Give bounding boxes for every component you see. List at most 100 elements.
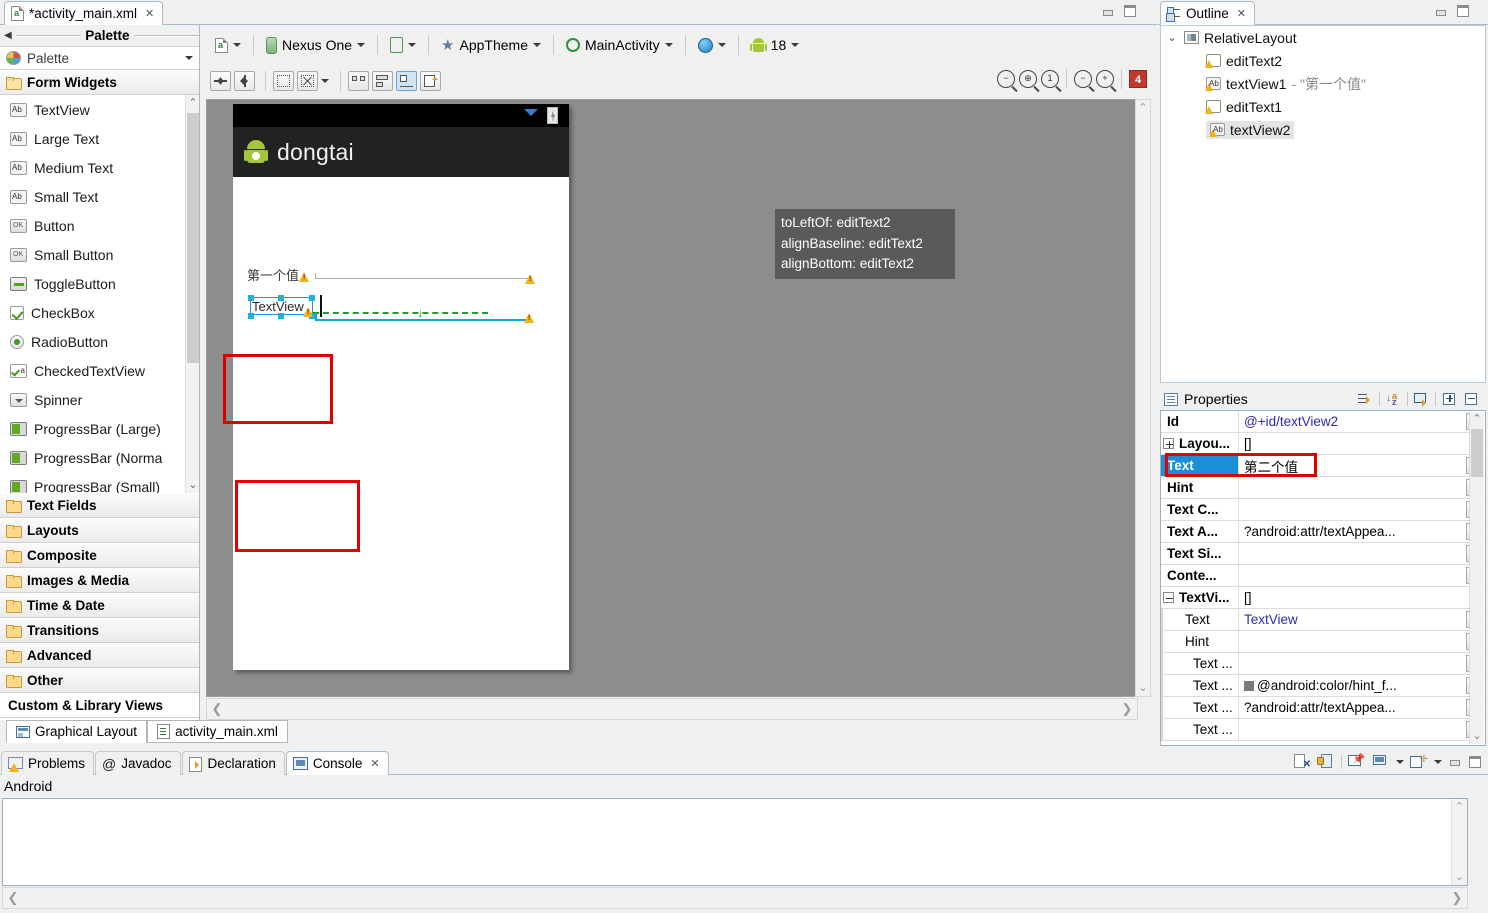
pin-console-icon[interactable]: 📌 — [1348, 754, 1366, 770]
property-value[interactable]: @android:color/hint_f... — [1239, 675, 1466, 696]
chevron-down-icon[interactable] — [1434, 759, 1442, 768]
resize-handle[interactable] — [278, 295, 284, 301]
property-value[interactable] — [1239, 543, 1466, 564]
property-value[interactable] — [1239, 631, 1466, 652]
palette-item[interactable]: Button — [0, 211, 199, 240]
show-advanced-icon[interactable] — [1357, 392, 1374, 407]
tab-outline[interactable]: Outline ✕ — [1160, 1, 1255, 25]
baseline-align-button[interactable] — [396, 71, 417, 91]
palette-item[interactable]: CheckBox — [0, 298, 199, 327]
display-console-icon[interactable] — [1372, 754, 1390, 770]
change-layout-button[interactable] — [420, 71, 441, 91]
scroll-left-icon[interactable]: ❮ — [5, 888, 21, 908]
outline-tree-item[interactable]: editText2 — [1161, 49, 1485, 72]
chevron-down-icon[interactable] — [357, 42, 366, 51]
resize-handle[interactable] — [309, 295, 315, 301]
property-value[interactable] — [1239, 499, 1466, 520]
theme-selector[interactable]: ★ AppTheme — [436, 33, 546, 57]
expand-icon[interactable] — [1163, 438, 1174, 449]
palette-item[interactable]: TextView — [0, 95, 199, 124]
property-row[interactable]: Text ...@android:color/hint_f...⋯ — [1161, 675, 1485, 697]
palette-item[interactable]: Small Button — [0, 240, 199, 269]
chevron-down-icon[interactable] — [532, 42, 541, 51]
config-chooser-button[interactable] — [210, 35, 246, 56]
zoom-fit-window-icon[interactable]: ⊕ — [1019, 70, 1037, 88]
expand-selection-button[interactable] — [297, 71, 318, 91]
palette-item[interactable]: ToggleButton — [0, 269, 199, 298]
collapse-all-icon[interactable] — [1463, 392, 1480, 407]
property-row[interactable]: Hint⋯ — [1161, 477, 1485, 499]
property-value[interactable]: [] — [1239, 433, 1466, 454]
palette-group[interactable]: Time & Date — [0, 593, 199, 618]
property-row[interactable]: Id@+id/textView2⋯ — [1161, 411, 1485, 433]
palette-group[interactable]: Layouts — [0, 518, 199, 543]
fill-width-button[interactable] — [210, 71, 231, 91]
chevron-down-icon[interactable] — [233, 42, 241, 51]
property-value[interactable]: @+id/textView2 — [1239, 411, 1466, 432]
chevron-down-icon[interactable] — [664, 42, 673, 51]
editor-mode-tab[interactable]: Graphical Layout — [6, 720, 148, 743]
outline-tree-item[interactable]: textView1 - "第一个值" — [1161, 72, 1485, 95]
property-value[interactable]: ?android:attr/textAppea... — [1239, 521, 1466, 542]
palette-item[interactable]: ProgressBar (Small) — [0, 472, 199, 493]
open-console-icon[interactable]: ✛ — [1410, 754, 1428, 770]
palette-group[interactable]: Other — [0, 668, 199, 693]
minimize-icon[interactable] — [1448, 755, 1462, 769]
scroll-down-icon[interactable]: ⌄ — [1136, 680, 1150, 696]
properties-scrollbar[interactable]: ⌃ ⌄ — [1469, 412, 1484, 744]
property-value[interactable] — [1239, 565, 1466, 586]
palette-item[interactable]: CheckedTextView — [0, 356, 199, 385]
chevron-down-icon[interactable] — [791, 42, 800, 51]
maximize-icon[interactable] — [1468, 755, 1482, 769]
chevron-down-icon[interactable] — [717, 42, 726, 51]
property-row[interactable]: Hint⋯ — [1161, 631, 1485, 653]
scroll-up-icon[interactable]: ⌃ — [1136, 100, 1150, 116]
close-icon[interactable]: ✕ — [370, 757, 379, 770]
console-horizontal-scrollbar[interactable]: ❮ ❯ — [2, 887, 1468, 909]
palette-group[interactable]: Transitions — [0, 618, 199, 643]
zoom-fit-icon[interactable]: − — [997, 70, 1015, 88]
chevron-down-icon[interactable] — [408, 42, 417, 51]
property-row[interactable]: TextVi... [] — [1161, 587, 1485, 609]
scroll-left-icon[interactable]: ❮ — [209, 699, 225, 719]
palette-item[interactable]: Small Text — [0, 182, 199, 211]
resize-handle[interactable] — [278, 313, 284, 319]
palette-item[interactable]: ProgressBar (Norma — [0, 443, 199, 472]
property-value[interactable] — [1239, 653, 1466, 674]
palette-item[interactable]: Spinner — [0, 385, 199, 414]
minimize-icon[interactable] — [1434, 5, 1448, 19]
api-level-selector[interactable]: 18 — [746, 34, 805, 56]
zoom-out-icon[interactable]: − — [1074, 70, 1092, 88]
property-value[interactable]: [] — [1239, 587, 1466, 608]
margins-button[interactable] — [273, 71, 294, 91]
property-value[interactable]: 第二个值 — [1239, 455, 1466, 476]
outline-tree-item[interactable]: ⌄ RelativeLayout — [1161, 26, 1485, 49]
property-row[interactable]: Text ...⋯ — [1161, 719, 1485, 741]
align-left-button[interactable] — [348, 71, 369, 91]
clear-console-icon[interactable]: ✕ — [1293, 754, 1311, 770]
expand-all-icon[interactable] — [1441, 392, 1458, 407]
scroll-down-icon[interactable]: ⌄ — [186, 477, 199, 493]
canvas-widget-textview1[interactable]: 第一个值 — [247, 265, 299, 284]
zoom-in-icon[interactable]: + — [1096, 70, 1114, 88]
property-row[interactable]: Text Si...⋯ — [1161, 543, 1485, 565]
align-top-button[interactable] — [372, 71, 393, 91]
orientation-selector[interactable] — [385, 34, 421, 56]
canvas-horizontal-scrollbar[interactable]: ❮ ❯ — [206, 698, 1138, 720]
chevron-down-icon[interactable] — [185, 55, 193, 64]
bottom-tab[interactable]: Problems — [1, 751, 95, 775]
scroll-right-icon[interactable]: ❯ — [1119, 699, 1135, 719]
maximize-icon[interactable] — [1456, 4, 1470, 18]
zoom-100-icon[interactable]: 1 — [1041, 70, 1059, 88]
scroll-up-icon[interactable]: ⌃ — [1470, 412, 1484, 427]
maximize-icon[interactable] — [1123, 4, 1137, 18]
property-row[interactable]: Text A...?android:attr/textAppea...⋯ — [1161, 521, 1485, 543]
design-canvas[interactable]: dongtai 第一个值 TextView — [206, 99, 1138, 697]
property-row[interactable]: Layou... [] — [1161, 433, 1485, 455]
scroll-right-icon[interactable]: ❯ — [1449, 888, 1465, 908]
canvas-widget-textview2[interactable]: TextView — [252, 299, 304, 314]
palette-group[interactable]: Images & Media — [0, 568, 199, 593]
property-value[interactable]: ?android:attr/textAppea... — [1239, 697, 1466, 718]
twisty-expand-icon[interactable]: ⌄ — [1165, 31, 1179, 44]
console-output[interactable]: ⌃ ⌄ — [2, 798, 1468, 886]
